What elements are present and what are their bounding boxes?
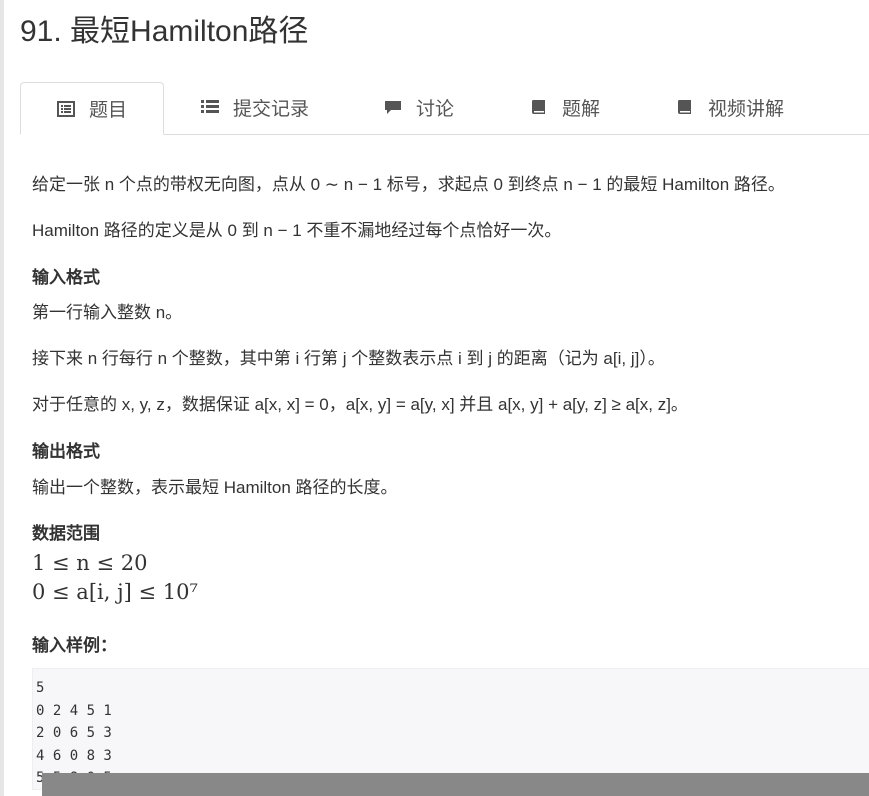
book-icon	[678, 100, 691, 114]
input-line-2: 接下来 n 行每行 n 个整数，其中第 i 行第 j 个整数表示点 i 到 j …	[32, 349, 665, 368]
range-a: 0 ≤ a[i, j] ≤ 10⁷	[32, 580, 198, 604]
tab-discussion[interactable]: 讨论	[384, 82, 454, 132]
tab-problem[interactable]: 题目	[20, 82, 164, 135]
book-icon	[532, 100, 545, 114]
problem-description: 给定一张 n 个点的带权无向图，点从 0 ∼ n − 1 标号，求起点 0 到终…	[32, 175, 785, 194]
list-icon	[201, 100, 219, 113]
input-line-1: 第一行输入整数 n。	[32, 303, 183, 322]
tab-label: 讨论	[416, 98, 455, 120]
problem-tabs: 题目 提交记录 讨论 题解 视频讲解	[20, 82, 869, 135]
tab-solutions[interactable]: 题解	[530, 82, 600, 132]
data-range-heading: 数据范围	[32, 524, 100, 543]
left-edge-bar	[0, 0, 4, 796]
input-format-heading: 输入格式	[32, 268, 100, 287]
tab-label: 题解	[562, 98, 601, 120]
hamilton-definition: Hamilton 路径的定义是从 0 到 n − 1 不重不漏地经过每个点恰好一…	[32, 221, 562, 240]
range-n: 1 ≤ n ≤ 20	[32, 551, 148, 575]
tab-label: 视频讲解	[708, 98, 785, 120]
output-format-heading: 输出格式	[32, 442, 100, 461]
sample-input-box: 5 0 2 4 5 1 2 0 6 5 3 4 6 0 8 3 5 5 8 0 …	[32, 668, 869, 790]
sample-input-heading: 输入样例：	[32, 636, 117, 655]
horizontal-scrollbar[interactable]	[42, 773, 869, 796]
comment-icon	[385, 101, 401, 114]
input-constraints: 对于任意的 x, y, z，数据保证 a[x, x] = 0，a[x, y] =…	[32, 395, 688, 414]
output-line: 输出一个整数，表示最短 Hamilton 路径的长度。	[32, 478, 398, 497]
tab-video[interactable]: 视频讲解	[676, 82, 784, 132]
tab-label: 提交记录	[233, 98, 310, 120]
list-icon	[56, 100, 75, 117]
tab-label: 题目	[88, 100, 127, 121]
tab-submissions[interactable]: 提交记录	[201, 82, 309, 132]
sample-input-code: 5 0 2 4 5 1 2 0 6 5 3 4 6 0 8 3 5 5 8 0 …	[36, 680, 112, 786]
page-title: 91. 最短Hamilton路径	[20, 15, 309, 48]
